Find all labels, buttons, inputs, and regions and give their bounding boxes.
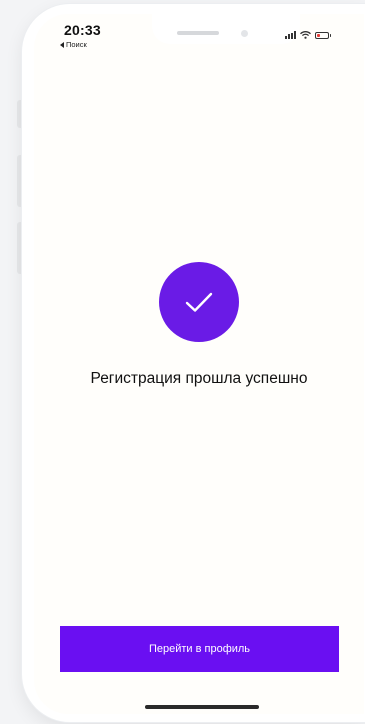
go-to-profile-button[interactable]: Перейти в профиль: [60, 626, 339, 672]
battery-level: [317, 33, 320, 37]
checkmark-icon: [185, 292, 213, 312]
back-arrow-icon: [60, 41, 64, 48]
status-icons: [285, 31, 331, 39]
status-time: 20:33: [64, 22, 101, 38]
signal-icon: [285, 31, 296, 39]
wifi-icon: [300, 31, 311, 39]
front-camera: [241, 30, 248, 37]
back-link-label: Поиск: [66, 40, 87, 49]
success-message: Регистрация прошла успешно: [90, 370, 308, 387]
speaker-grille: [177, 31, 219, 35]
battery-icon: [315, 31, 331, 39]
phone-screen: [34, 14, 364, 714]
success-badge: [159, 262, 239, 342]
notch: [152, 14, 300, 44]
home-indicator[interactable]: [145, 705, 259, 709]
device-stage: 20:33 Поиск Регистрация прошла успешно П…: [0, 0, 365, 724]
back-to-search-link[interactable]: Поиск: [60, 40, 87, 49]
